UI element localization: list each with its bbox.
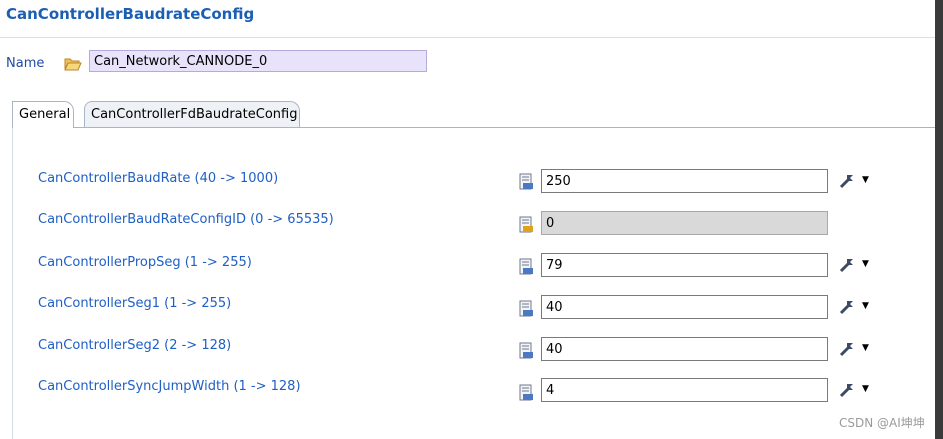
wand-icon[interactable] (838, 298, 856, 316)
chevron-down-icon[interactable]: ▼ (862, 301, 869, 311)
name-field[interactable] (89, 50, 427, 72)
seg1-input[interactable] (541, 295, 828, 319)
chevron-down-icon[interactable]: ▼ (862, 343, 869, 353)
param-label-seg1: CanControllerSeg1 (1 -> 255) (38, 296, 232, 311)
seg2-input[interactable] (541, 337, 828, 361)
numeric-value-icon (519, 258, 533, 275)
page-title: CanControllerBaudrateConfig (6, 5, 255, 23)
param-label-baudrate: CanControllerBaudRate (40 -> 1000) (38, 171, 279, 186)
watermark: CSDN @AI坤坤 (839, 416, 925, 430)
chevron-down-icon[interactable]: ▼ (862, 175, 869, 185)
param-label-sync-jump-width: CanControllerSyncJumpWidth (1 -> 128) (38, 379, 301, 394)
numeric-value-icon (519, 342, 533, 359)
wand-icon[interactable] (838, 172, 856, 190)
panel-border (12, 128, 13, 439)
baudrate-input[interactable] (541, 169, 828, 193)
numeric-value-icon (519, 173, 533, 190)
tab-fd-baudrate-config[interactable]: CanControllerFdBaudrateConfig (84, 101, 300, 127)
param-label-seg2: CanControllerSeg2 (2 -> 128) (38, 338, 232, 353)
wand-icon[interactable] (838, 256, 856, 274)
chevron-down-icon[interactable]: ▼ (862, 384, 869, 394)
numeric-value-icon (519, 300, 533, 317)
wand-icon[interactable] (838, 381, 856, 399)
param-label-baudrate-config-id: CanControllerBaudRateConfigID (0 -> 6553… (38, 212, 334, 227)
wand-icon[interactable] (838, 340, 856, 358)
title-divider (0, 37, 935, 38)
propseg-input[interactable] (541, 253, 828, 277)
numeric-value-icon (519, 384, 533, 401)
sync-jump-width-input[interactable] (541, 378, 828, 402)
name-label: Name (6, 56, 45, 71)
param-label-propseg: CanControllerPropSeg (1 -> 255) (38, 255, 252, 270)
baudrate-config-id-input (541, 211, 828, 235)
chevron-down-icon[interactable]: ▼ (862, 259, 869, 269)
open-folder-icon[interactable] (64, 57, 82, 71)
tab-general[interactable]: General (12, 101, 74, 128)
numeric-value-locked-icon (519, 216, 533, 233)
